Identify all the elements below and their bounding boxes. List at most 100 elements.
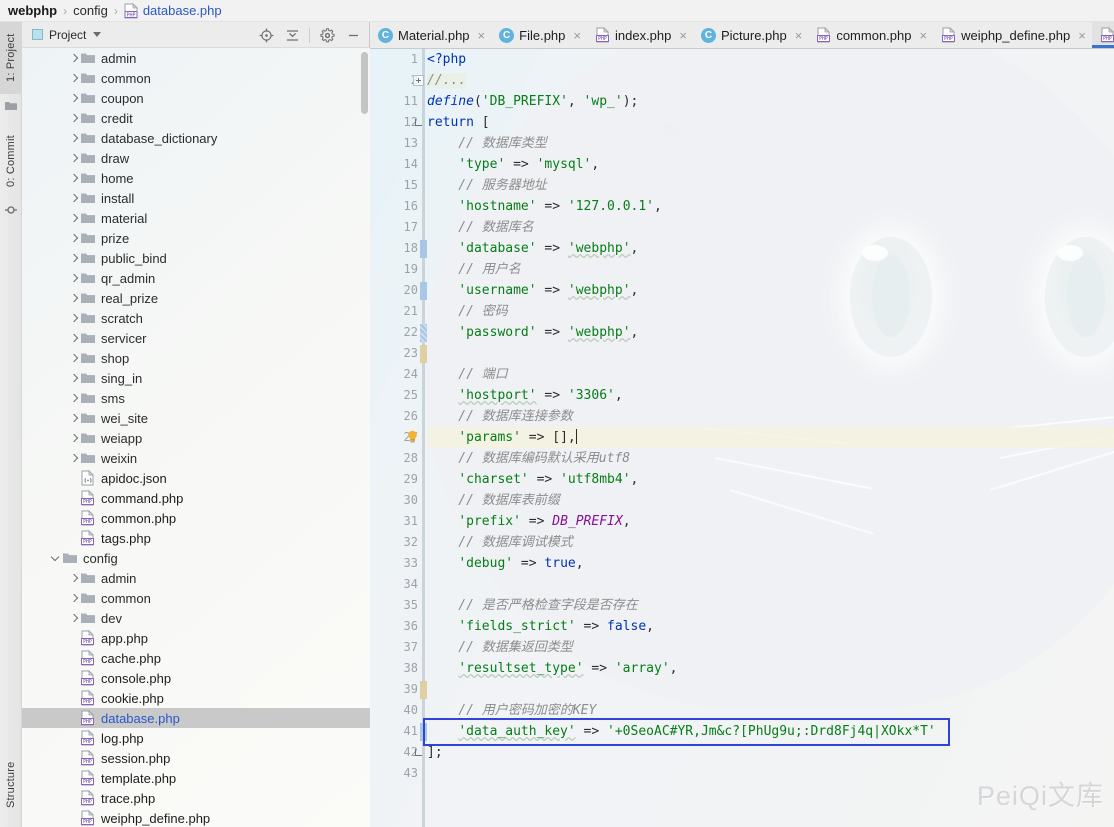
tree-folder-row[interactable]: draw bbox=[22, 148, 370, 168]
code-line[interactable]: // 端口 bbox=[427, 364, 1114, 385]
tree-folder-row[interactable]: real_prize bbox=[22, 288, 370, 308]
editor-tab[interactable]: CPicture.php× bbox=[693, 22, 808, 48]
code-line[interactable]: 'fields_strict' => false, bbox=[427, 616, 1114, 637]
code-line[interactable] bbox=[427, 574, 1114, 595]
tree-folder-row[interactable]: wei_site bbox=[22, 408, 370, 428]
gutter-change-marker[interactable] bbox=[420, 345, 427, 363]
code-line[interactable] bbox=[427, 679, 1114, 700]
chevron-right-icon[interactable] bbox=[68, 372, 80, 384]
code-line[interactable]: // 是否严格检查字段是否存在 bbox=[427, 595, 1114, 616]
tree-file-row[interactable]: PHPcommon.php bbox=[22, 508, 370, 528]
tree-folder-row[interactable]: admin bbox=[22, 568, 370, 588]
sidebar-item-structure[interactable]: Structure bbox=[0, 749, 22, 821]
fold-collapse-icon[interactable] bbox=[413, 117, 424, 128]
chevron-right-icon[interactable] bbox=[68, 72, 80, 84]
chevron-right-icon[interactable] bbox=[68, 392, 80, 404]
chevron-down-icon[interactable] bbox=[93, 32, 101, 37]
code-line[interactable]: 'hostname' => '127.0.0.1', bbox=[427, 196, 1114, 217]
code-line[interactable]: // 数据库表前缀 bbox=[427, 490, 1114, 511]
gutter-change-marker[interactable] bbox=[420, 240, 427, 258]
chevron-right-icon[interactable] bbox=[68, 292, 80, 304]
tree-folder-row[interactable]: weiapp bbox=[22, 428, 370, 448]
close-icon[interactable]: × bbox=[679, 28, 687, 43]
code-line[interactable]: // 数据集返回类型 bbox=[427, 637, 1114, 658]
chevron-right-icon[interactable] bbox=[68, 132, 80, 144]
sidebar-item-project[interactable]: 1: Project bbox=[0, 22, 22, 94]
tree-folder-row[interactable]: servicer bbox=[22, 328, 370, 348]
code-line[interactable]: //... bbox=[427, 70, 1114, 91]
editor-tab[interactable]: PHPindex.php× bbox=[587, 22, 693, 48]
chevron-right-icon[interactable] bbox=[68, 112, 80, 124]
close-icon[interactable]: × bbox=[573, 28, 581, 43]
tree-folder-row[interactable]: database_dictionary bbox=[22, 128, 370, 148]
chevron-right-icon[interactable] bbox=[68, 452, 80, 464]
tree-folder-row[interactable]: material bbox=[22, 208, 370, 228]
chevron-right-icon[interactable] bbox=[68, 192, 80, 204]
tree-file-row[interactable]: PHPtags.php bbox=[22, 528, 370, 548]
chevron-right-icon[interactable] bbox=[68, 332, 80, 344]
chevron-right-icon[interactable] bbox=[68, 92, 80, 104]
tree-file-row[interactable]: PHPcookie.php bbox=[22, 688, 370, 708]
chevron-right-icon[interactable] bbox=[68, 232, 80, 244]
tree-file-row[interactable]: PHPcache.php bbox=[22, 648, 370, 668]
tree-folder-row[interactable]: qr_admin bbox=[22, 268, 370, 288]
project-tree-scrollbar[interactable] bbox=[361, 52, 368, 114]
close-icon[interactable]: × bbox=[919, 28, 927, 43]
tree-folder-row[interactable]: weixin bbox=[22, 448, 370, 468]
tree-file-row[interactable]: PHPsession.php bbox=[22, 748, 370, 768]
intention-bulb-icon[interactable] bbox=[406, 430, 419, 444]
code-line[interactable]: 'debug' => true, bbox=[427, 553, 1114, 574]
scroll-from-source-icon[interactable] bbox=[254, 24, 278, 46]
tree-folder-row[interactable]: dev bbox=[22, 608, 370, 628]
breadcrumb-folder[interactable]: config bbox=[73, 3, 108, 18]
tree-folder-row[interactable]: prize bbox=[22, 228, 370, 248]
gear-icon[interactable] bbox=[315, 24, 339, 46]
chevron-right-icon[interactable] bbox=[68, 52, 80, 64]
code-line[interactable]: <?php bbox=[427, 49, 1114, 70]
chevron-right-icon[interactable] bbox=[68, 252, 80, 264]
tree-file-row[interactable]: PHPconsole.php bbox=[22, 668, 370, 688]
code-line[interactable]: 'params' => [], bbox=[427, 427, 1114, 448]
editor-tab[interactable]: CMaterial.php× bbox=[370, 22, 491, 48]
tree-file-row[interactable]: PHPtemplate.php bbox=[22, 768, 370, 788]
tree-folder-row[interactable]: shop bbox=[22, 348, 370, 368]
editor-tab[interactable]: PHPweiphp_define.php× bbox=[933, 22, 1092, 48]
code-line[interactable]: 'username' => 'webphp', bbox=[427, 280, 1114, 301]
editor-tab-bar[interactable]: CMaterial.php×CFile.php×PHPindex.php×CPi… bbox=[370, 22, 1114, 49]
close-icon[interactable]: × bbox=[795, 28, 803, 43]
tree-folder-row[interactable]: home bbox=[22, 168, 370, 188]
fold-collapse-icon[interactable] bbox=[413, 747, 424, 758]
tree-folder-row[interactable]: sms bbox=[22, 388, 370, 408]
tree-file-row[interactable]: PHPlog.php bbox=[22, 728, 370, 748]
tree-folder-row[interactable]: install bbox=[22, 188, 370, 208]
tree-file-row[interactable]: apidoc.json bbox=[22, 468, 370, 488]
chevron-right-icon[interactable] bbox=[68, 152, 80, 164]
tree-folder-row[interactable]: admin bbox=[22, 48, 370, 68]
sidebar-item-commit[interactable]: 0: Commit bbox=[0, 122, 22, 200]
chevron-right-icon[interactable] bbox=[68, 352, 80, 364]
editor-scrollbar[interactable] bbox=[1104, 49, 1114, 827]
code-line[interactable]: 'resultset_type' => 'array', bbox=[427, 658, 1114, 679]
tree-folder-row[interactable]: config bbox=[22, 548, 370, 568]
editor-code-area[interactable]: <?php//...define('DB_PREFIX', 'wp_');ret… bbox=[427, 49, 1114, 827]
editor-tab[interactable]: PHPcommon.php× bbox=[808, 22, 933, 48]
gutter-change-marker[interactable] bbox=[420, 681, 427, 699]
gutter-change-marker[interactable] bbox=[420, 282, 427, 300]
code-line[interactable]: 'hostport' => '3306', bbox=[427, 385, 1114, 406]
chevron-right-icon[interactable] bbox=[68, 572, 80, 584]
code-line[interactable]: // 数据库名 bbox=[427, 217, 1114, 238]
chevron-right-icon[interactable] bbox=[68, 612, 80, 624]
tree-file-row[interactable]: PHPcommand.php bbox=[22, 488, 370, 508]
tree-file-row[interactable]: PHPweiphp_define.php bbox=[22, 808, 370, 827]
tree-folder-row[interactable]: common bbox=[22, 68, 370, 88]
code-line[interactable]: return [ bbox=[427, 112, 1114, 133]
tree-folder-row[interactable]: credit bbox=[22, 108, 370, 128]
chevron-right-icon[interactable] bbox=[68, 312, 80, 324]
tree-folder-row[interactable]: scratch bbox=[22, 308, 370, 328]
tree-folder-row[interactable]: coupon bbox=[22, 88, 370, 108]
chevron-right-icon[interactable] bbox=[68, 412, 80, 424]
hide-panel-icon[interactable] bbox=[341, 24, 365, 46]
code-line[interactable]: 'prefix' => DB_PREFIX, bbox=[427, 511, 1114, 532]
code-line[interactable]: 'database' => 'webphp', bbox=[427, 238, 1114, 259]
code-line[interactable]: 'type' => 'mysql', bbox=[427, 154, 1114, 175]
